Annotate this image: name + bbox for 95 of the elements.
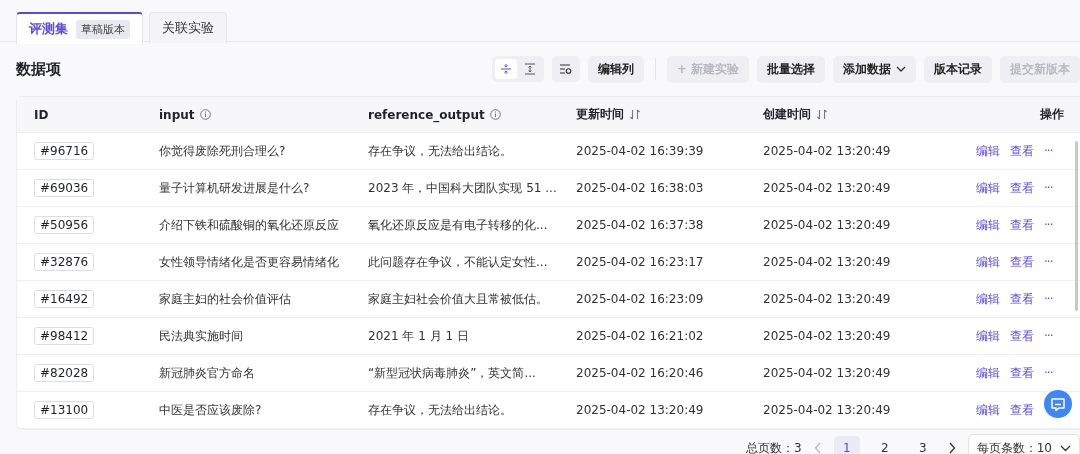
action-link[interactable]: 查看: [1010, 142, 1034, 160]
column-header: ID: [34, 107, 49, 122]
table-cell: 2025-04-02 13:20:49: [763, 366, 891, 380]
table-cell: 2025-04-02 16:23:09: [576, 292, 704, 306]
chevron-down-icon: [1060, 444, 1071, 452]
id-tag: #32876: [34, 253, 95, 271]
column-header: 操作: [1040, 106, 1064, 123]
table-cell: “新型冠状病毒肺炎”，英文简...: [368, 364, 536, 382]
section-title: 数据项: [16, 59, 61, 79]
table-cell: 氧化还原反应是有电子转移的化...: [368, 216, 548, 234]
table-cell: 介绍下铁和硫酸铜的氧化还原反应: [159, 216, 339, 234]
chat-icon: [1050, 396, 1066, 412]
table-cell: 存在争议，无法给出结论。: [368, 142, 512, 160]
page-button[interactable]: 2: [871, 436, 898, 454]
table-cell: 2025-04-02 13:20:49: [763, 181, 891, 195]
toolbar-button[interactable]: 版本记录: [924, 55, 992, 83]
id-tag: #50956: [34, 216, 95, 234]
id-tag: #69036: [34, 179, 95, 197]
action-link[interactable]: 查看: [1010, 216, 1034, 234]
table-cell: 2025-04-02 16:20:46: [576, 366, 704, 380]
action-link[interactable]: 查看: [1010, 364, 1034, 382]
action-link[interactable]: 编辑: [976, 327, 1000, 345]
more-actions-link[interactable]: ···: [1044, 218, 1053, 232]
table-cell: 新冠肺炎官方命名: [159, 364, 255, 382]
action-link[interactable]: 查看: [1010, 327, 1034, 345]
info-icon: [199, 109, 211, 120]
table-cell: 2025-04-02 16:23:17: [576, 255, 704, 269]
toolbar-button[interactable]: 批量选择: [757, 55, 825, 83]
table-cell: 2025-04-02 13:20:49: [763, 255, 891, 269]
column-header: reference_output: [368, 107, 485, 122]
toolbar-button[interactable]: 添加数据: [833, 55, 916, 83]
table-cell: 2025-04-02 13:20:49: [763, 329, 891, 343]
more-actions-link[interactable]: ···: [1044, 292, 1053, 306]
id-tag: #82028: [34, 364, 95, 382]
table-cell: 家庭主妇社会价值大且常被低估。: [368, 290, 548, 308]
action-link[interactable]: 编辑: [976, 142, 1000, 160]
action-link[interactable]: 查看: [1010, 253, 1034, 271]
sort-icon[interactable]: [629, 109, 641, 120]
id-tag: #16492: [34, 290, 95, 308]
action-link[interactable]: 查看: [1010, 290, 1034, 308]
action-link[interactable]: 编辑: [976, 216, 1000, 234]
page-size-select[interactable]: 每页条数：10: [967, 434, 1080, 454]
tab[interactable]: 关联实验: [149, 12, 227, 43]
table-cell: 家庭主妇的社会价值评估: [159, 290, 291, 308]
info-icon: [489, 109, 501, 120]
action-link[interactable]: 编辑: [976, 290, 1000, 308]
action-link[interactable]: 编辑: [976, 401, 1000, 419]
action-link[interactable]: 查看: [1010, 179, 1034, 197]
more-actions-link[interactable]: ···: [1044, 255, 1053, 269]
more-actions-link[interactable]: ···: [1044, 366, 1053, 380]
table-cell: 量子计算机研发进展是什么?: [159, 179, 310, 197]
page-total: 总页数：3: [746, 439, 802, 454]
scrollbar[interactable]: [1075, 141, 1078, 311]
table-cell: 2025-04-02 13:20:49: [763, 403, 891, 417]
table-cell: 你觉得废除死刑合理么?: [159, 142, 286, 160]
column-header: 更新时间: [576, 106, 624, 123]
toolbar-button[interactable]: 编辑列: [587, 55, 644, 83]
table-cell: 2025-04-02 16:37:38: [576, 218, 704, 232]
action-link[interactable]: 编辑: [976, 364, 1000, 382]
table-cell: 2025-04-02 13:20:49: [763, 144, 891, 158]
table-cell: 民法典实施时间: [159, 327, 243, 345]
table-cell: 2023 年，中国科大团队实现 51 ...: [368, 179, 557, 197]
table-cell: 2021 年 1 月 1 日: [368, 327, 469, 345]
table-cell: 2025-04-02 13:20:49: [763, 218, 891, 232]
table-cell: 2025-04-02 13:20:49: [576, 403, 704, 417]
filter-icon: [559, 63, 573, 75]
id-tag: #13100: [34, 401, 95, 419]
tab[interactable]: 评测集 草稿版本: [16, 12, 143, 44]
filter-settings-button[interactable]: [551, 56, 580, 82]
column-header: 创建时间: [763, 106, 811, 123]
table-cell: 2025-04-02 16:39:39: [576, 144, 704, 158]
table-cell: 此问题存在争议，不能认定女性...: [368, 253, 548, 271]
table-cell: 2025-04-02 13:20:49: [763, 292, 891, 306]
table-cell: 2025-04-02 16:38:03: [576, 181, 704, 195]
more-actions-link[interactable]: ···: [1044, 329, 1053, 343]
chevron-down-icon: [896, 66, 906, 72]
column-header: input: [159, 107, 195, 122]
action-link[interactable]: 编辑: [976, 179, 1000, 197]
sort-icon[interactable]: [816, 109, 828, 120]
id-tag: #98412: [34, 327, 95, 345]
table-cell: 2025-04-02 16:21:02: [576, 329, 704, 343]
page-button[interactable]: 3: [909, 436, 936, 454]
more-actions-link[interactable]: ···: [1044, 144, 1053, 158]
table-cell: 中医是否应该废除?: [159, 401, 262, 419]
action-link[interactable]: 编辑: [976, 253, 1000, 271]
page-button[interactable]: 1: [833, 436, 860, 454]
draft-badge: 草稿版本: [76, 19, 130, 39]
previous-page-icon[interactable]: [813, 442, 822, 454]
action-link[interactable]: 查看: [1010, 401, 1034, 419]
next-page-icon[interactable]: [947, 442, 956, 454]
table-cell: 女性领导情绪化是否更容易情绪化: [159, 253, 339, 271]
compact-density-icon[interactable]: [494, 59, 517, 79]
id-tag: #96716: [34, 142, 95, 160]
table-cell: 存在争议，无法给出结论。: [368, 401, 512, 419]
more-actions-link[interactable]: ···: [1044, 181, 1053, 195]
